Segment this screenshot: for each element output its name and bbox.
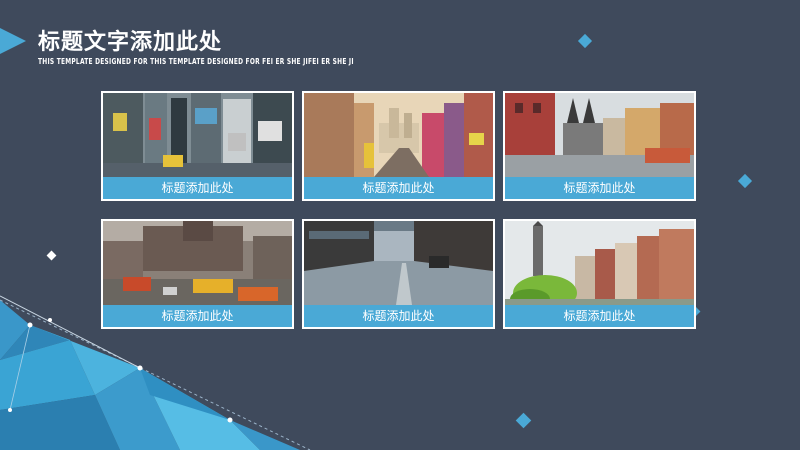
old-town-square-photo (505, 93, 694, 177)
image-card[interactable]: 标题添加此处 (302, 219, 495, 329)
slide-title: 标题文字添加此处 (38, 30, 223, 55)
image-card[interactable]: 标题添加此处 (503, 91, 696, 201)
image-card[interactable]: 标题添加此处 (101, 219, 294, 329)
image-grid: 标题添加此处 标题添加此处 标题添加此处 标题添加此处 标题添加此处 标题添加此… (101, 91, 697, 331)
card-caption: 标题添加此处 (304, 305, 493, 327)
card-caption: 标题添加此处 (505, 177, 694, 199)
image-card[interactable]: 标题添加此处 (101, 91, 294, 201)
canal-houses-tower-photo (505, 221, 694, 305)
rainy-street-buses-photo (103, 221, 292, 305)
slide-subtitle: THIS TEMPLATE DESIGNED FOR THIS TEMPLATE… (38, 57, 354, 66)
slide: 标题文字添加此处 THIS TEMPLATE DESIGNED FOR THIS… (0, 0, 800, 450)
title-arrow-icon (0, 28, 26, 54)
card-caption: 标题添加此处 (505, 305, 694, 327)
image-card[interactable]: 标题添加此处 (302, 91, 495, 201)
city-street-sunset-photo (304, 93, 493, 177)
card-caption: 标题添加此处 (304, 177, 493, 199)
card-caption: 标题添加此处 (103, 177, 292, 199)
image-card[interactable]: 标题添加此处 (503, 219, 696, 329)
times-square-street-photo (103, 93, 292, 177)
cobblestone-street-photo (304, 221, 493, 305)
card-caption: 标题添加此处 (103, 305, 292, 327)
